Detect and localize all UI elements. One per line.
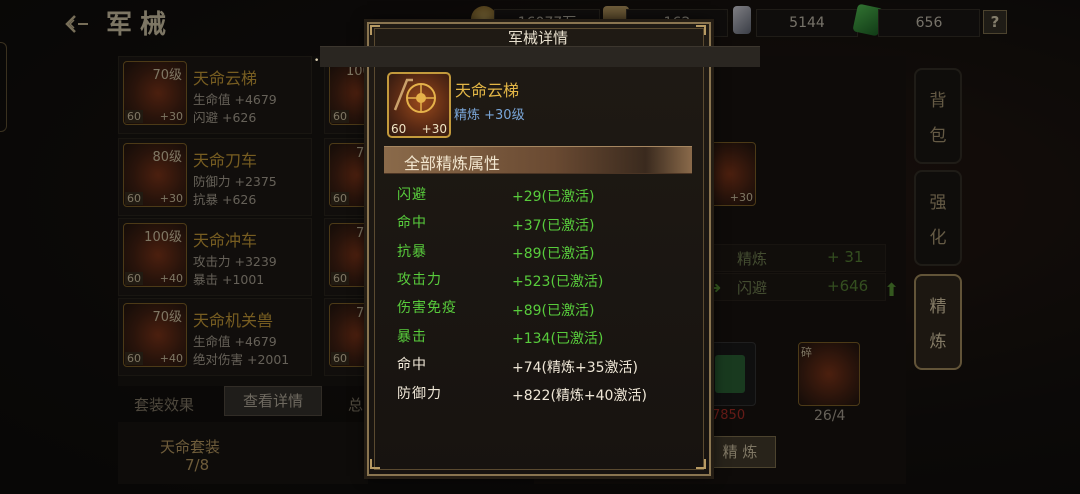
attr-label: 暴击: [397, 329, 427, 345]
attr-value: +134(已激活): [512, 331, 604, 347]
attr-label: 伤害免疫: [397, 300, 457, 316]
thumb-plus: +30: [421, 122, 447, 136]
attr-label: 闪避: [397, 187, 427, 203]
attr-label: 抗暴: [397, 244, 427, 260]
attr-value: +37(已激活): [512, 218, 595, 234]
modal-item-name: 天命云梯: [455, 81, 520, 100]
attr-value: +29(已激活): [512, 189, 595, 205]
thumb-star: 60: [391, 122, 407, 136]
attr-label: 命中: [397, 215, 427, 231]
attr-value: +523(已激活): [512, 274, 604, 290]
attr-label: 命中: [397, 357, 427, 373]
corner-ornament: [370, 459, 380, 469]
siege-ladder-icon: [393, 78, 436, 113]
modal-weapon-thumb: 60 +30: [387, 72, 451, 138]
attr-label: 攻击力: [397, 272, 442, 288]
attr-label: 防御力: [397, 386, 442, 402]
modal-title: 军械详情: [507, 29, 568, 47]
modal-refine-level: 精炼 +30级: [454, 108, 525, 123]
attr-value: +89(已激活): [512, 246, 595, 262]
attr-value: +822(精炼+40激活): [512, 388, 647, 404]
attr-value: +89(已激活): [512, 303, 595, 319]
corner-ornament: [696, 459, 706, 469]
title-strip: [320, 46, 760, 67]
section-title: 全部精炼属性: [404, 154, 501, 173]
attr-value: +74(精炼+35激活): [512, 360, 639, 376]
title-dot: •: [314, 56, 320, 66]
